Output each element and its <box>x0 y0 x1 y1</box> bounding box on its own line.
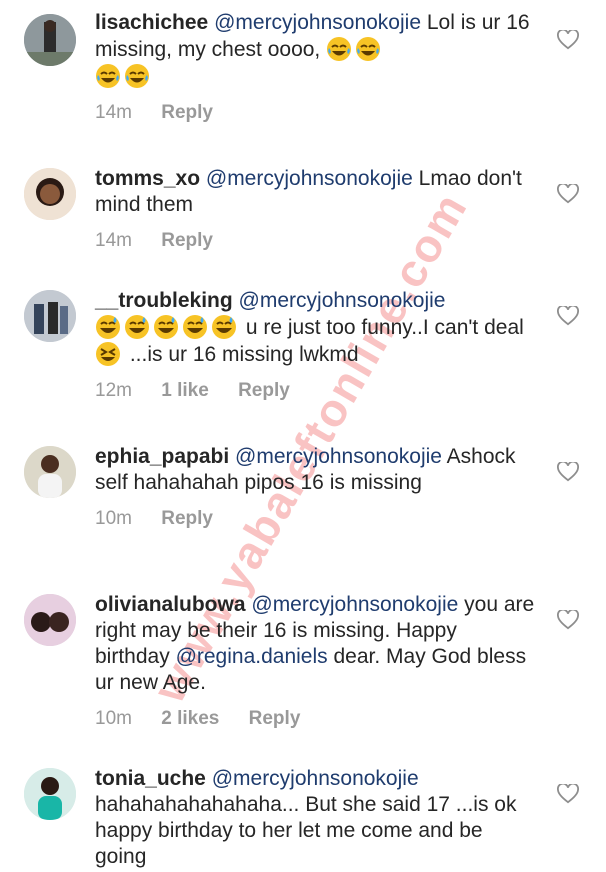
timestamp: 14m <box>95 230 132 251</box>
tears-of-joy-emoji <box>96 64 120 88</box>
comment-meta: 10m 2 likes Reply <box>95 708 535 730</box>
username[interactable]: __troubleking <box>95 289 233 312</box>
likes-count[interactable]: 1 like <box>161 380 209 401</box>
reply-button[interactable]: Reply <box>161 508 213 529</box>
username[interactable]: ephia_papabi <box>95 445 229 468</box>
reply-button[interactable]: Reply <box>161 230 213 251</box>
comment-text: __troubleking @mercyjohnsonokojie u re j… <box>95 288 535 368</box>
avatar[interactable] <box>24 14 76 66</box>
mention-link[interactable]: @mercyjohnsonokojie <box>212 767 419 790</box>
grinning-sweat-emoji <box>125 315 149 339</box>
reply-button[interactable]: Reply <box>249 708 301 729</box>
mention-link[interactable]: @mercyjohnsonokojie <box>251 593 458 616</box>
comment-meta: 10m Reply <box>95 508 535 530</box>
tears-of-joy-emoji <box>125 64 149 88</box>
laughing-emoji <box>96 342 120 366</box>
comment-meta: 14m Reply <box>95 230 535 252</box>
grinning-sweat-emoji <box>212 315 236 339</box>
username[interactable]: tomms_xo <box>95 167 200 190</box>
username[interactable]: lisachichee <box>95 11 208 34</box>
comment-meta: 12m 1 like Reply <box>95 380 535 402</box>
username[interactable]: olivianalubowa <box>95 593 246 616</box>
tears-of-joy-emoji <box>356 37 381 61</box>
timestamp: 12m <box>95 380 132 401</box>
comment-text: tonia_uche @mercyjohnsonokojie hahahahah… <box>95 766 535 870</box>
comment-body: hahahahahahahaha... But she said 17 ...i… <box>95 793 517 868</box>
heart-icon[interactable] <box>557 462 579 482</box>
heart-icon[interactable] <box>557 784 579 804</box>
heart-icon[interactable] <box>557 610 579 630</box>
avatar[interactable] <box>24 290 76 342</box>
comment-body: u re just too funny..I can't deal <box>245 316 524 339</box>
heart-icon[interactable] <box>557 184 579 204</box>
mention-link[interactable]: @mercyjohnsonokojie <box>235 445 442 468</box>
tears-of-joy-emoji <box>327 37 352 61</box>
comment-text: tomms_xo @mercyjohnsonokojie Lmao don't … <box>95 166 535 218</box>
grinning-sweat-emoji <box>96 315 120 339</box>
timestamp: 14m <box>95 102 132 123</box>
reply-button[interactable]: Reply <box>161 102 213 123</box>
heart-icon[interactable] <box>557 30 579 50</box>
comment-text: ephia_papabi @mercyjohnsonokojie Ashock … <box>95 444 535 496</box>
mention-link[interactable]: @mercyjohnsonokojie <box>214 11 421 34</box>
avatar[interactable] <box>24 594 76 646</box>
heart-icon[interactable] <box>557 306 579 326</box>
likes-count[interactable]: 2 likes <box>161 708 219 729</box>
avatar[interactable] <box>24 768 76 820</box>
avatar[interactable] <box>24 168 76 220</box>
comment-text: lisachichee @mercyjohnsonokojie Lol is u… <box>95 10 535 90</box>
comment-body-end: ...is ur 16 missing lwkmd <box>129 343 359 366</box>
mention-link-2[interactable]: @regina.daniels <box>176 645 328 668</box>
comment-meta: 14m Reply <box>95 102 535 124</box>
timestamp: 10m <box>95 708 132 729</box>
mention-link[interactable]: @mercyjohnsonokojie <box>239 289 446 312</box>
grinning-sweat-emoji <box>183 315 207 339</box>
avatar[interactable] <box>24 446 76 498</box>
grinning-sweat-emoji <box>154 315 178 339</box>
reply-button[interactable]: Reply <box>238 380 290 401</box>
timestamp: 10m <box>95 508 132 529</box>
username[interactable]: tonia_uche <box>95 767 206 790</box>
mention-link[interactable]: @mercyjohnsonokojie <box>206 167 413 190</box>
comment-text: olivianalubowa @mercyjohnsonokojie you a… <box>95 592 535 696</box>
